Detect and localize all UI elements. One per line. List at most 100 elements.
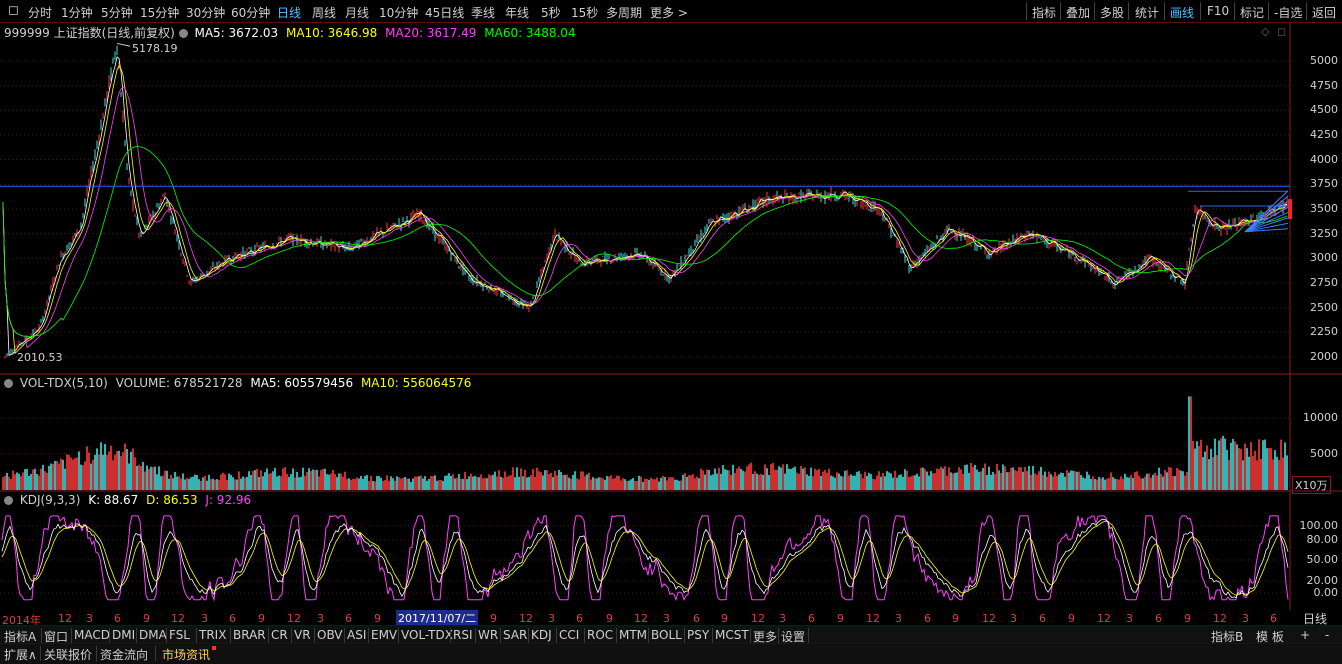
- date-tick: 6: [1155, 612, 1162, 625]
- date-tick: 3: [779, 612, 786, 625]
- date-tick: 3: [86, 612, 93, 625]
- period-quarterly[interactable]: 季线: [471, 4, 495, 21]
- indicator-tab[interactable]: ROC: [587, 628, 613, 642]
- ma20-value: MA20: 3617.49: [385, 26, 477, 40]
- indicator-tab[interactable]: SAR: [503, 628, 527, 642]
- ma-line: [2, 56, 1288, 357]
- ma-line: [2, 86, 1288, 349]
- period-15min[interactable]: 15分钟: [140, 4, 179, 21]
- indicator-tab[interactable]: OBV: [317, 628, 343, 642]
- cursor-date: 2017/11/07/二: [396, 610, 479, 626]
- indicator-right-tab[interactable]: -: [1325, 628, 1329, 642]
- indicator-tab[interactable]: RSI: [453, 628, 473, 642]
- period-monthly[interactable]: 月线: [345, 4, 369, 21]
- period-10min[interactable]: 10分钟: [379, 4, 418, 21]
- period-more[interactable]: 更多 >: [650, 4, 688, 21]
- indicator-tab[interactable]: EMV: [371, 628, 397, 642]
- kdj-d-line: [1, 520, 1289, 596]
- tool-back[interactable]: 返回: [1312, 4, 1336, 21]
- date-tick: 3: [1126, 612, 1133, 625]
- restore-icon[interactable]: ◻: [1277, 25, 1286, 38]
- info-tab-bar: 扩展∧ 关联报价 资金流向 市场资讯: [0, 643, 1342, 664]
- tool-multi-stock[interactable]: 多股: [1100, 4, 1124, 21]
- panel-menu-icon[interactable]: [4, 379, 13, 388]
- fund-flow-tab[interactable]: 资金流向: [100, 646, 148, 663]
- indicator-tab[interactable]: WR: [478, 628, 498, 642]
- indicator-tab[interactable]: FSL: [169, 628, 190, 642]
- indicator-tab[interactable]: DMI: [112, 628, 135, 642]
- date-tick: 3: [1010, 612, 1017, 625]
- date-tick: 12: [751, 612, 765, 625]
- kdj-tick-50: 50.00: [1306, 553, 1339, 566]
- date-tick: 6: [114, 612, 121, 625]
- vol-ma5-value: MA5: 605579456: [250, 376, 354, 390]
- notification-dot: [212, 646, 216, 650]
- related-quotes-tab[interactable]: 关联报价: [44, 646, 92, 663]
- ma-line: [2, 65, 1288, 355]
- date-tick: 12: [171, 612, 185, 625]
- indicator-tab[interactable]: MCST: [715, 628, 749, 642]
- indicator-tab[interactable]: BRAR: [233, 628, 266, 642]
- period-multi[interactable]: 多周期: [606, 4, 642, 21]
- indicator-tab[interactable]: CCI: [559, 628, 579, 642]
- market-news-tab[interactable]: 市场资讯: [162, 646, 210, 663]
- price-tick: 5000: [1310, 54, 1338, 67]
- price-tick: 2250: [1310, 325, 1338, 339]
- date-tick: 9: [1068, 612, 1075, 625]
- tool-overlay[interactable]: 叠加: [1066, 4, 1090, 21]
- indicator-tab[interactable]: KDJ: [531, 628, 552, 642]
- kdj-j-line: [1, 515, 1289, 602]
- period-45day[interactable]: 45日线: [425, 4, 464, 21]
- date-tick: 9: [490, 612, 497, 625]
- period-5sec[interactable]: 5秒: [541, 4, 561, 21]
- date-tick: 9: [143, 612, 150, 625]
- date-tick: 3: [317, 612, 324, 625]
- indicator-tab[interactable]: TRIX: [199, 628, 226, 642]
- expand-tab[interactable]: 扩展∧: [4, 646, 37, 663]
- period-toolbar: ◻ 分时 1分钟 5分钟 15分钟 30分钟 60分钟 日线 周线 月线 10分…: [0, 0, 1342, 23]
- date-tick: 12: [982, 612, 996, 625]
- period-weekly[interactable]: 周线: [312, 4, 336, 21]
- kdj-j-value: J: 92.96: [205, 493, 252, 507]
- period-yearly[interactable]: 年线: [505, 4, 529, 21]
- last-bar-marker: [1288, 199, 1292, 220]
- period-5min[interactable]: 5分钟: [101, 4, 133, 21]
- vol-ma10-value: MA10: 556064576: [360, 376, 472, 390]
- indicator-right-tab[interactable]: +: [1300, 628, 1310, 642]
- period-intraday[interactable]: 分时: [28, 4, 52, 21]
- period-1min[interactable]: 1分钟: [61, 4, 93, 21]
- period-60min[interactable]: 60分钟: [231, 4, 270, 21]
- date-tick: 3: [548, 612, 555, 625]
- tool-statistics[interactable]: 统计: [1135, 4, 1159, 21]
- checkbox-icon[interactable]: ◻: [8, 3, 19, 18]
- kdj-indicator-name: KDJ(9,3,3): [19, 493, 81, 507]
- indicator-tab[interactable]: MACD: [74, 628, 110, 642]
- tool-draw-line[interactable]: 画线: [1170, 4, 1194, 21]
- period-30min[interactable]: 30分钟: [186, 4, 225, 21]
- indicator-tab[interactable]: VR: [294, 628, 311, 642]
- indicator-tab[interactable]: ASI: [347, 628, 366, 642]
- indicator-tab[interactable]: MTM: [619, 628, 647, 642]
- tool-remove-favorite[interactable]: -自选: [1274, 4, 1302, 21]
- date-tick: 3: [895, 612, 902, 625]
- fan-line[interactable]: [1244, 195, 1289, 233]
- ma5-value: MA5: 3672.03: [194, 26, 279, 40]
- indicator-tab[interactable]: CR: [271, 628, 288, 642]
- date-tick: 6: [229, 612, 236, 625]
- date-tick: 9: [374, 612, 381, 625]
- date-tick: 12: [287, 612, 301, 625]
- period-daily[interactable]: 日线: [277, 4, 301, 21]
- panel-menu-icon[interactable]: [178, 29, 188, 38]
- tool-mark[interactable]: 标记: [1240, 4, 1264, 21]
- indicator-tab[interactable]: PSY: [687, 628, 709, 642]
- tool-indicator[interactable]: 指标: [1032, 4, 1056, 21]
- panel-menu-icon[interactable]: [4, 496, 13, 505]
- diamond-icon[interactable]: ◇: [1261, 25, 1269, 38]
- indicator-tab[interactable]: BOLL: [651, 628, 682, 642]
- tool-f10[interactable]: F10: [1207, 4, 1229, 18]
- indicator-tab[interactable]: VOL-TDX: [401, 628, 453, 642]
- indicator-tab[interactable]: DMA: [139, 628, 167, 642]
- period-15sec[interactable]: 15秒: [571, 4, 598, 21]
- chart-canvas[interactable]: [0, 22, 1342, 610]
- date-tick: 9: [258, 612, 265, 625]
